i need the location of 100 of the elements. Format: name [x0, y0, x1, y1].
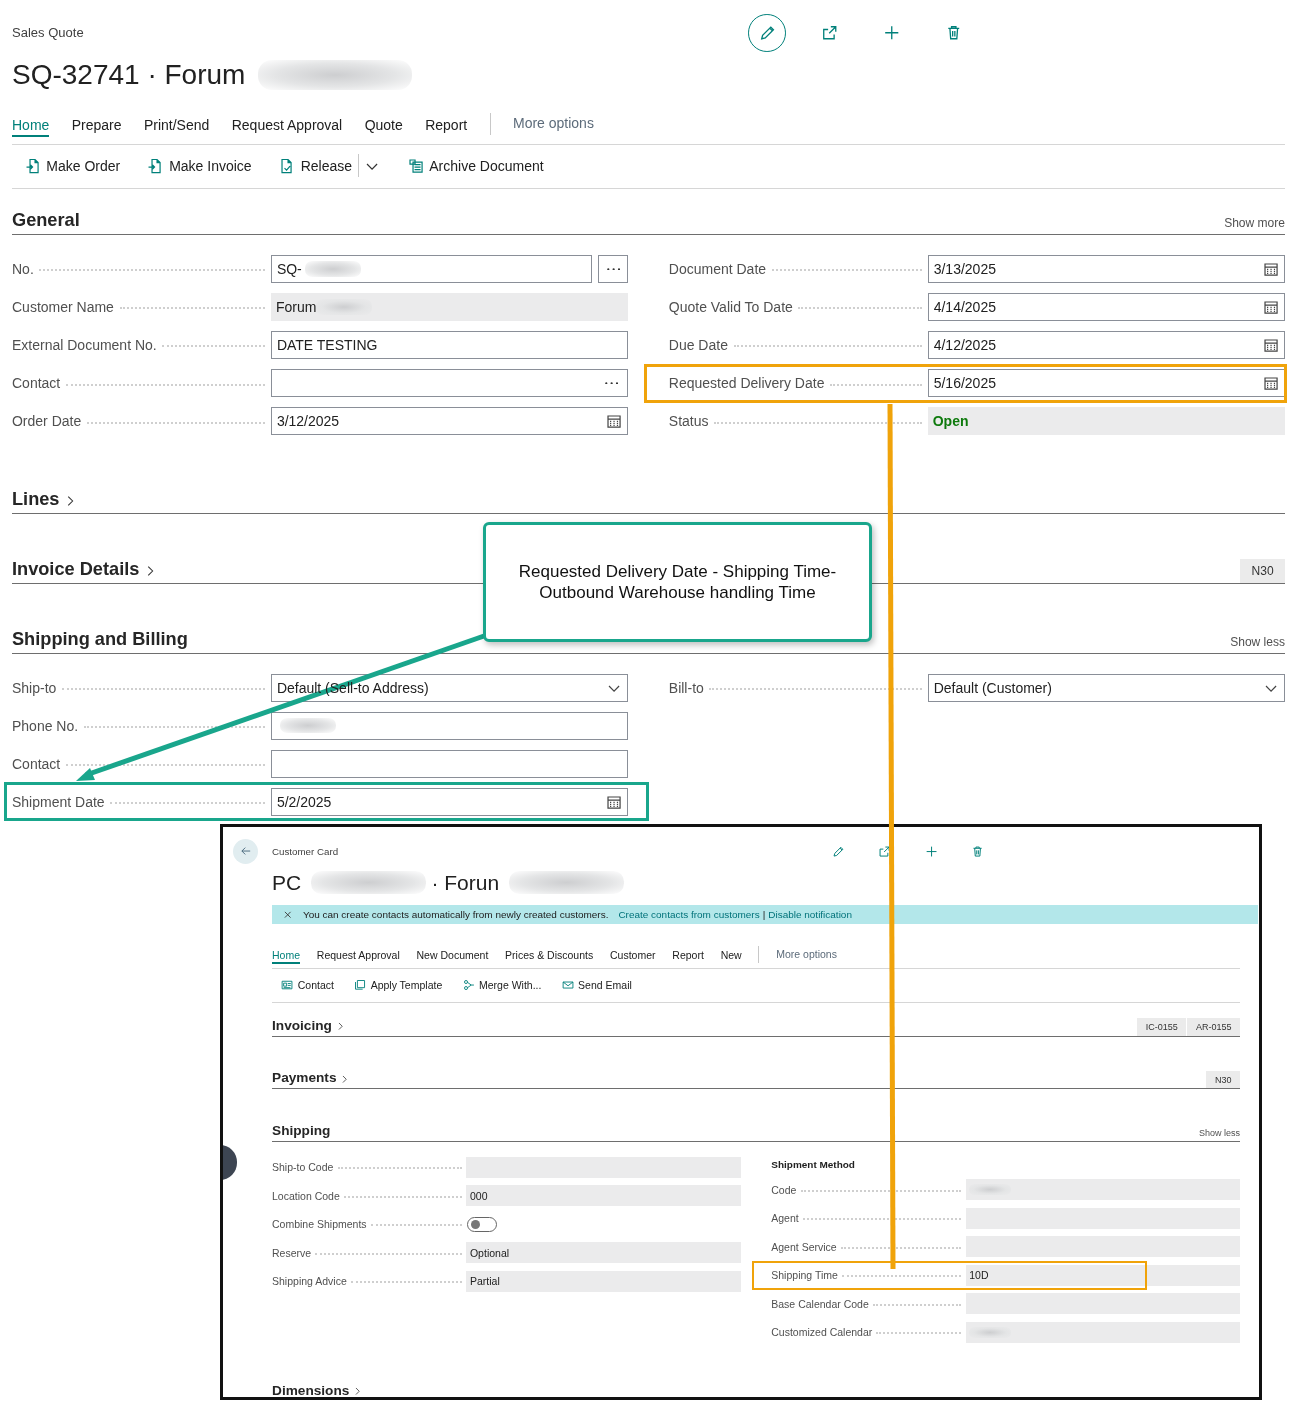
- field-label: Location Code: [272, 1189, 340, 1202]
- field-label: Bill-to: [668, 679, 704, 696]
- merge-icon: [462, 979, 475, 992]
- archive-icon: [407, 158, 424, 175]
- calendar-icon: [1263, 260, 1280, 277]
- callout-text: Requested Delivery Date - Shipping Time-: [518, 561, 837, 582]
- input-field[interactable]: [271, 711, 629, 740]
- more-options-tab[interactable]: More options: [512, 115, 594, 132]
- document-arrow-icon: [24, 158, 41, 175]
- record-title: PC: [272, 870, 302, 895]
- back-button[interactable]: [233, 838, 259, 864]
- template-icon: [354, 979, 367, 992]
- summary-badge: AR-0155: [1187, 1018, 1241, 1036]
- calendar-icon: [1263, 337, 1280, 354]
- tab[interactable]: Print/Send: [143, 115, 210, 137]
- input-field[interactable]: DATE TESTING: [271, 331, 629, 360]
- document-arrow-icon: [147, 158, 164, 175]
- notification-link[interactable]: Disable notification: [768, 909, 852, 921]
- edit-icon: [758, 24, 776, 42]
- tab[interactable]: Prepare: [71, 115, 122, 137]
- section-title[interactable]: General: [12, 210, 80, 231]
- read-only-field: 000: [466, 1185, 741, 1207]
- callout-text: Outbound Warehouse handling Time: [539, 582, 816, 603]
- tab[interactable]: Request Approval: [316, 947, 400, 965]
- tab[interactable]: New Document: [416, 947, 489, 965]
- action-button[interactable]: Release: [278, 158, 352, 175]
- lookup-button[interactable]: [598, 254, 629, 283]
- field-label: Customer Name: [12, 298, 114, 315]
- field-label: Status: [668, 413, 709, 430]
- date-field[interactable]: 4/14/2025: [927, 292, 1285, 321]
- tab[interactable]: Prices & Discounts: [505, 947, 594, 965]
- field-label: Due Date: [668, 337, 728, 354]
- field-label: Phone No.: [12, 717, 79, 734]
- action-button[interactable]: Apply Template: [354, 979, 443, 992]
- date-field[interactable]: 5/16/2025: [927, 369, 1285, 398]
- field-label: Order Date: [12, 413, 82, 430]
- field-label: Shipping Advice: [272, 1275, 347, 1288]
- action-button[interactable]: Send Email: [561, 979, 632, 992]
- read-only-field: 10D: [965, 1264, 1241, 1286]
- field-label: Agent Service: [771, 1240, 837, 1253]
- group-heading: Shipment Method: [771, 1157, 856, 1172]
- tab[interactable]: Home: [272, 947, 301, 965]
- date-field[interactable]: 5/2/2025: [271, 787, 629, 816]
- link-separator: |: [762, 909, 766, 921]
- tab[interactable]: Quote: [364, 115, 403, 137]
- input-field[interactable]: [271, 369, 629, 398]
- action-button[interactable]: Make Order: [24, 158, 121, 175]
- date-field[interactable]: 3/13/2025: [927, 254, 1285, 283]
- tab[interactable]: Request Approval: [231, 115, 343, 137]
- section-title[interactable]: Invoice Details: [12, 559, 140, 580]
- close-icon: [282, 909, 294, 921]
- calendar-icon: [606, 413, 623, 430]
- date-field[interactable]: 4/12/2025: [927, 331, 1285, 360]
- field-label: Quote Valid To Date: [668, 298, 793, 315]
- field-label: Base Calendar Code: [771, 1297, 869, 1310]
- field-label: Agent: [771, 1212, 799, 1225]
- plus-icon: [882, 24, 901, 42]
- share-icon: [878, 844, 892, 858]
- field-label: Contact: [12, 755, 61, 772]
- tab[interactable]: Report: [672, 947, 704, 965]
- tab[interactable]: Home: [12, 115, 50, 137]
- field-label: Ship-to: [12, 679, 57, 696]
- section-title[interactable]: Payments: [272, 1070, 337, 1086]
- field-label: External Document No.: [12, 337, 157, 354]
- back-arrow-icon: [239, 845, 252, 858]
- show-toggle-link[interactable]: Show more: [1224, 216, 1285, 231]
- input-field[interactable]: SQ-: [271, 254, 592, 283]
- field-label: Shipment Date: [12, 793, 105, 810]
- tab[interactable]: New: [720, 947, 742, 965]
- side-panel-handle[interactable]: [223, 1145, 237, 1180]
- section-title[interactable]: Shipping and Billing: [12, 629, 188, 650]
- field-label: Ship-to Code: [272, 1161, 334, 1174]
- field-label: Combine Shipments: [272, 1218, 367, 1231]
- notification-text: You can create contacts automatically from newly created customers.: [302, 909, 609, 921]
- record-title: · Forun: [431, 870, 500, 895]
- edit-icon: [831, 844, 846, 858]
- calendar-icon: [606, 793, 623, 810]
- breadcrumb: Sales Quote: [12, 25, 84, 41]
- input-field[interactable]: [271, 749, 629, 778]
- trash-icon: [971, 844, 985, 858]
- tab[interactable]: Report: [425, 115, 468, 137]
- section-title[interactable]: Shipping: [272, 1122, 331, 1138]
- tab[interactable]: Customer: [610, 947, 656, 965]
- section-title[interactable]: Lines: [12, 489, 60, 510]
- section-title[interactable]: Dimensions: [272, 1383, 350, 1397]
- action-button[interactable]: Contact: [281, 979, 334, 992]
- show-toggle-link[interactable]: Show less: [1230, 635, 1285, 650]
- more-options-tab[interactable]: More options: [776, 947, 837, 960]
- date-field[interactable]: 3/12/2025: [271, 407, 629, 436]
- read-only-field: Optional: [466, 1242, 741, 1264]
- section-title[interactable]: Invoicing: [272, 1018, 332, 1033]
- action-button[interactable]: Archive Document: [407, 158, 544, 175]
- action-button[interactable]: Make Invoice: [147, 158, 252, 175]
- field-label: Contact: [12, 375, 61, 392]
- notification-link[interactable]: Create contacts from customers: [618, 909, 760, 921]
- email-icon: [561, 979, 574, 992]
- show-toggle-link[interactable]: Show less: [1199, 1128, 1241, 1138]
- close-button[interactable]: [282, 909, 293, 921]
- dropdown-field[interactable]: Default (Customer): [927, 673, 1285, 702]
- action-button[interactable]: Merge With...: [462, 979, 542, 992]
